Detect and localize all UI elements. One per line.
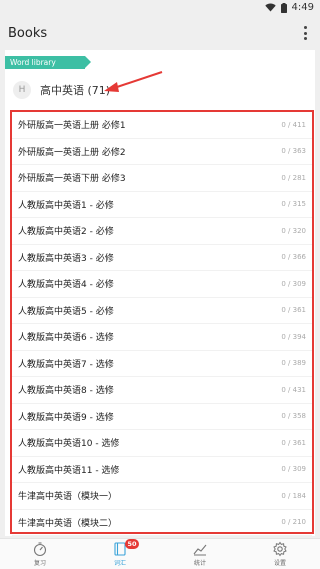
book-row[interactable]: 外研版高一英语上册 必修2 0 / 363 [12, 139, 312, 165]
book-row[interactable]: 人教版高中英语5 - 必修 0 / 361 [12, 298, 312, 324]
book-progress-count: 0 / 309 [281, 465, 306, 474]
book-progress-count: 0 / 431 [281, 385, 306, 394]
book-row[interactable]: 牛津高中英语（模块一） 0 / 184 [12, 483, 312, 510]
bottom-nav: 复习 50 词汇 统计 设置 [0, 538, 320, 569]
nav-review-label: 复习 [33, 560, 46, 567]
book-row[interactable]: 人教版高中英语2 - 必修 0 / 320 [12, 218, 312, 245]
book-progress-count: 0 / 320 [281, 226, 306, 235]
book-row[interactable]: 人教版高中英语11 - 选修 0 / 309 [12, 457, 312, 483]
book-row[interactable]: 人教版高中英语3 - 必修 0 / 366 [12, 245, 312, 271]
book-row[interactable]: 人教版高中英语6 - 选修 0 / 394 [12, 324, 312, 351]
book-list: 外研版高一英语上册 必修1 0 / 411 外研版高一英语上册 必修2 0 / 363… [12, 112, 312, 536]
nav-words-label: 词汇 [113, 560, 126, 567]
book-name: 人教版高中英语4 - 必修 [18, 280, 114, 291]
book-progress-count: 0 / 394 [281, 332, 306, 341]
book-name: 人教版高中英语5 - 必修 [18, 306, 114, 317]
stopwatch-icon [33, 542, 47, 557]
book-progress-count: 0 / 309 [281, 279, 306, 288]
book-name: 人教版高中英语11 - 选修 [18, 465, 120, 476]
book-name: 人教版高中英语8 - 选修 [18, 386, 114, 397]
book-progress-count: 0 / 184 [281, 491, 306, 500]
book-name: 外研版高一英语上册 必修2 [18, 147, 126, 158]
book-row[interactable]: 人教版高中英语1 - 必修 0 / 315 [12, 192, 312, 218]
book-name: 牛津高中英语（模块二） [18, 518, 118, 529]
book-progress-count: 0 / 363 [281, 147, 306, 156]
book-row[interactable]: 外研版高一英语下册 必修3 0 / 281 [12, 165, 312, 192]
book-progress-count: 0 / 411 [281, 120, 306, 129]
book-name: 外研版高一英语上册 必修1 [18, 121, 126, 132]
book-name: 外研版高一英语下册 必修3 [18, 174, 126, 185]
book-row[interactable]: 牛津高中英语（模块二） 0 / 210 [12, 510, 312, 536]
nav-settings[interactable]: 设置 [240, 539, 320, 569]
book-row[interactable]: 人教版高中英语7 - 选修 0 / 389 [12, 351, 312, 377]
book-progress-count: 0 / 210 [281, 518, 306, 527]
book-row[interactable]: 人教版高中英语4 - 必修 0 / 309 [12, 271, 312, 298]
book-name: 人教版高中英语2 - 必修 [18, 227, 114, 238]
nav-stats-label: 统计 [193, 560, 206, 567]
book-progress-count: 0 / 366 [281, 253, 306, 262]
nav-settings-label: 设置 [273, 560, 286, 567]
book-name: 人教版高中英语6 - 选修 [18, 333, 114, 344]
book-name: 人教版高中英语1 - 必修 [18, 200, 114, 211]
book-name: 人教版高中英语7 - 选修 [18, 359, 114, 370]
book-progress-count: 0 / 389 [281, 359, 306, 368]
nav-stats[interactable]: 统计 [160, 539, 240, 569]
book-progress-count: 0 / 361 [281, 306, 306, 315]
book-progress-count: 0 / 315 [281, 200, 306, 209]
book-name: 人教版高中英语3 - 必修 [18, 253, 114, 264]
nav-words[interactable]: 50 词汇 [80, 539, 160, 569]
words-badge: 50 [125, 539, 139, 549]
book-name: 牛津高中英语（模块一） [18, 492, 118, 503]
book-row[interactable]: 人教版高中英语10 - 选修 0 / 361 [12, 430, 312, 457]
chart-icon [193, 544, 207, 556]
book-row[interactable]: 人教版高中英语9 - 选修 0 / 358 [12, 404, 312, 430]
nav-review[interactable]: 复习 [0, 539, 80, 569]
book-name: 人教版高中英语10 - 选修 [18, 439, 120, 450]
book-progress-count: 0 / 361 [281, 438, 306, 447]
arrow-annotation [104, 71, 163, 92]
book-progress-count: 0 / 281 [281, 173, 306, 182]
book-progress-count: 0 / 358 [281, 412, 306, 421]
book-row[interactable]: 外研版高一英语上册 必修1 0 / 411 [12, 112, 312, 139]
gear-icon [273, 541, 287, 557]
book-name: 人教版高中英语9 - 选修 [18, 412, 114, 423]
book-row[interactable]: 人教版高中英语8 - 选修 0 / 431 [12, 377, 312, 404]
